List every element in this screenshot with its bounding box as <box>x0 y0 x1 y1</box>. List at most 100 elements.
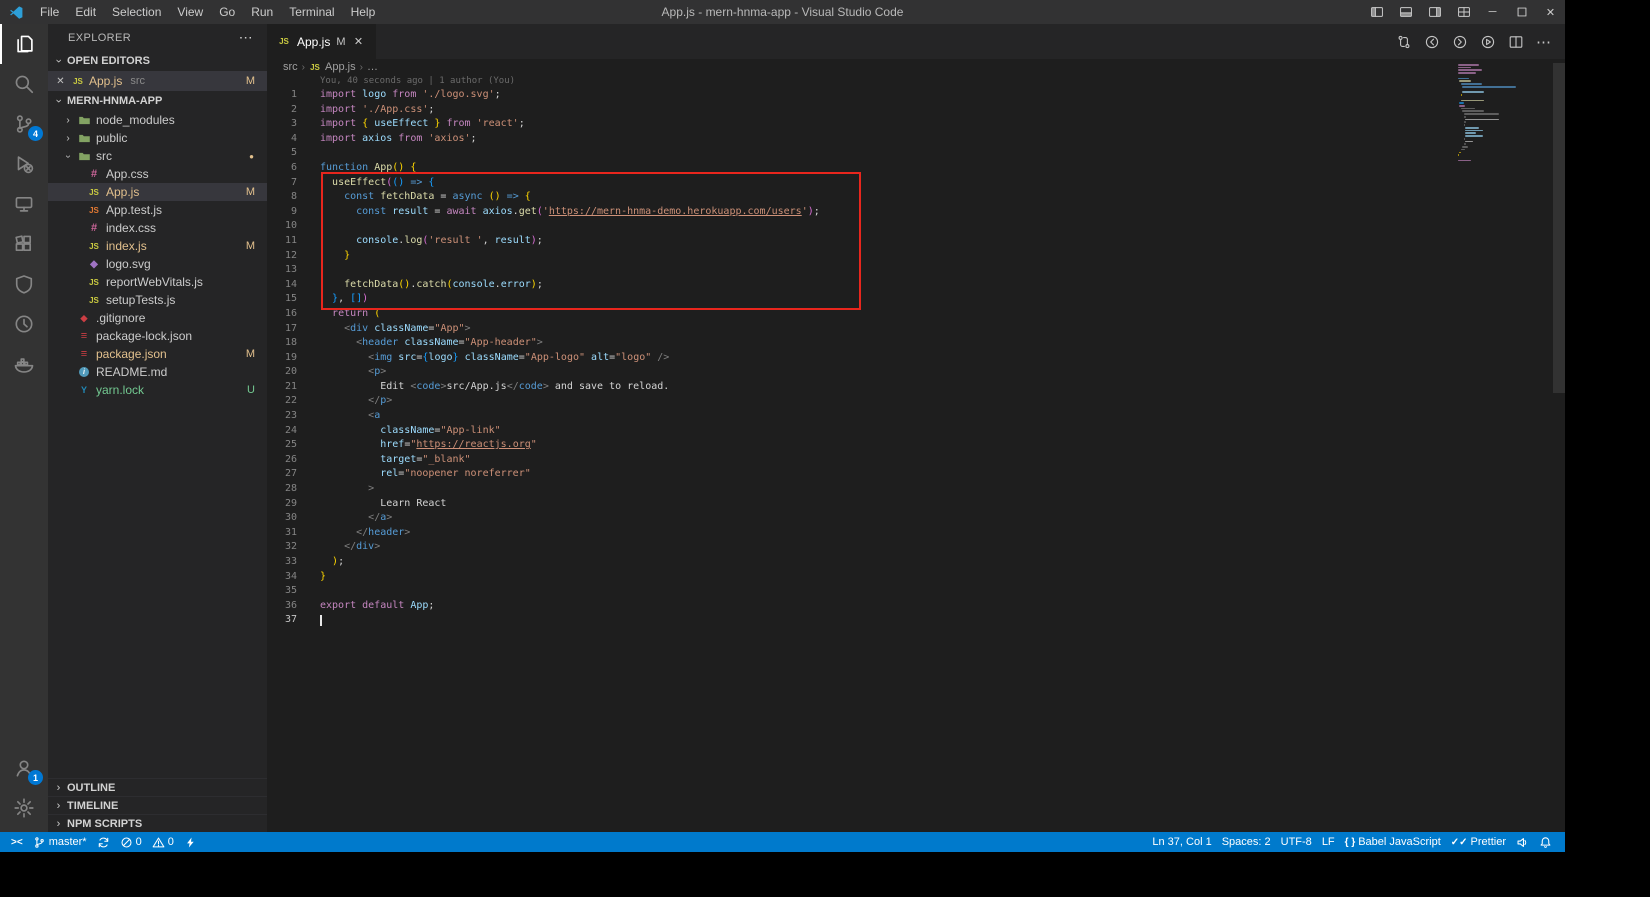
code-line-36[interactable]: 36export default App; <box>267 599 1565 614</box>
status-live-share[interactable] <box>179 832 202 852</box>
open-editor-app.js[interactable]: ✕JSApp.jssrcM <box>48 71 267 91</box>
code-line-7[interactable]: 7 useEffect(() => { <box>267 176 1565 191</box>
breadcrumb-item[interactable]: App.js <box>325 61 356 73</box>
section-outline[interactable]: ›OUTLINE <box>48 778 267 796</box>
layout-sidebar-icon-button[interactable] <box>1362 0 1391 24</box>
activitybar-testing[interactable] <box>0 264 48 304</box>
scrollbar-thumb[interactable] <box>1553 63 1565 393</box>
code-line-20[interactable]: 20 <p> <box>267 365 1565 380</box>
tree-item-src[interactable]: ›src● <box>48 147 267 165</box>
code-line-11[interactable]: 11 console.log('result ', result); <box>267 234 1565 249</box>
tree-item-package.json[interactable]: ≡package.jsonM <box>48 345 267 363</box>
activitybar-docker[interactable] <box>0 344 48 384</box>
menu-view[interactable]: View <box>169 0 211 24</box>
status-formatter[interactable]: ✓✓Prettier <box>1446 832 1511 852</box>
code-line-1[interactable]: 1import logo from './logo.svg'; <box>267 88 1565 103</box>
close-icon-button[interactable]: ✕ <box>1536 0 1565 24</box>
code-line-29[interactable]: 29 Learn React <box>267 497 1565 512</box>
code-line-33[interactable]: 33 ); <box>267 555 1565 570</box>
chevron-icon[interactable]: › <box>62 133 74 144</box>
code-line-15[interactable]: 15 }, []) <box>267 292 1565 307</box>
tree-item-reportwebvitals.js[interactable]: JSreportWebVitals.js <box>48 273 267 291</box>
code-line-14[interactable]: 14 fetchData().catch(console.error); <box>267 278 1565 293</box>
code-line-25[interactable]: 25 href="https://reactjs.org" <box>267 438 1565 453</box>
tree-item-index.css[interactable]: #index.css <box>48 219 267 237</box>
code-line-21[interactable]: 21 Edit <code>src/App.js</code> and save… <box>267 380 1565 395</box>
status-cursor-position[interactable]: Ln 37, Col 1 <box>1147 832 1216 852</box>
status-feedback[interactable] <box>1511 832 1534 852</box>
tree-item-app.css[interactable]: #App.css <box>48 165 267 183</box>
section-workspace[interactable]: › MERN-HNMA-APP <box>48 91 267 111</box>
code-line-18[interactable]: 18 <header className="App-header"> <box>267 336 1565 351</box>
code-line-35[interactable]: 35 <box>267 584 1565 599</box>
tree-item-node-modules[interactable]: ›node_modules <box>48 111 267 129</box>
git-compare-icon[interactable] <box>1396 34 1412 50</box>
activitybar-search[interactable] <box>0 64 48 104</box>
activitybar-explorer[interactable] <box>0 24 48 64</box>
section-open-editors[interactable]: › OPEN EDITORS <box>48 51 267 71</box>
activitybar-source-control[interactable]: 4 <box>0 104 48 144</box>
code-line-16[interactable]: 16 return ( <box>267 307 1565 322</box>
code-line-27[interactable]: 27 rel="noopener noreferrer" <box>267 467 1565 482</box>
status-eol[interactable]: LF <box>1317 832 1340 852</box>
menu-file[interactable]: File <box>32 0 67 24</box>
back-circle-icon[interactable] <box>1424 34 1440 50</box>
code-line-31[interactable]: 31 </header> <box>267 526 1565 541</box>
code-line-10[interactable]: 10 <box>267 219 1565 234</box>
tree-item-app.js[interactable]: JSApp.jsM <box>48 183 267 201</box>
code-line-2[interactable]: 2import './App.css'; <box>267 103 1565 118</box>
menu-terminal[interactable]: Terminal <box>281 0 342 24</box>
code-line-23[interactable]: 23 <a <box>267 409 1565 424</box>
status-problems-errors[interactable]: 0 <box>115 832 147 852</box>
section-timeline[interactable]: ›TIMELINE <box>48 796 267 814</box>
close-icon[interactable]: ✕ <box>352 35 366 48</box>
code-line-26[interactable]: 26 target="_blank" <box>267 453 1565 468</box>
menu-selection[interactable]: Selection <box>104 0 169 24</box>
activitybar-remote-explorer[interactable] <box>0 184 48 224</box>
editor-scrollbar[interactable] <box>1553 59 1565 832</box>
menu-run[interactable]: Run <box>243 0 281 24</box>
status-encoding[interactable]: UTF-8 <box>1276 832 1317 852</box>
code-line-19[interactable]: 19 <img src={logo} className="App-logo" … <box>267 351 1565 366</box>
section-npm-scripts[interactable]: ›NPM SCRIPTS <box>48 814 267 832</box>
code-line-4[interactable]: 4import axios from 'axios'; <box>267 132 1565 147</box>
activitybar-settings[interactable] <box>0 788 48 828</box>
blame-annotation[interactable]: You, 40 seconds ago | 1 author (You) <box>320 75 1565 88</box>
activitybar-timeline[interactable] <box>0 304 48 344</box>
run-circle-icon[interactable] <box>1480 34 1496 50</box>
more-actions-icon[interactable]: ⋯ <box>239 29 253 46</box>
code-line-22[interactable]: 22 </p> <box>267 394 1565 409</box>
code-line-5[interactable]: 5 <box>267 146 1565 161</box>
code-line-32[interactable]: 32 </div> <box>267 540 1565 555</box>
code-line-9[interactable]: 9 const result = await axios.get('https:… <box>267 205 1565 220</box>
tree-item-app.test.js[interactable]: JSApp.test.js <box>48 201 267 219</box>
menu-edit[interactable]: Edit <box>67 0 104 24</box>
tree-item-setuptests.js[interactable]: JSsetupTests.js <box>48 291 267 309</box>
minimize-icon-button[interactable]: ─ <box>1478 0 1507 24</box>
tree-item-logo.svg[interactable]: ◆logo.svg <box>48 255 267 273</box>
chevron-icon[interactable]: › <box>63 150 74 162</box>
tree-item-.gitignore[interactable]: ◆.gitignore <box>48 309 267 327</box>
forward-circle-icon[interactable] <box>1452 34 1468 50</box>
tree-item-readme.md[interactable]: iREADME.md <box>48 363 267 381</box>
menu-help[interactable]: Help <box>343 0 384 24</box>
code-line-30[interactable]: 30 </a> <box>267 511 1565 526</box>
status-problems-warnings[interactable]: 0 <box>147 832 179 852</box>
layout-secondary-sidebar-icon-button[interactable] <box>1420 0 1449 24</box>
tree-item-public[interactable]: ›public <box>48 129 267 147</box>
code-line-34[interactable]: 34} <box>267 570 1565 585</box>
breadcrumb-item[interactable]: … <box>367 61 378 73</box>
status-indentation[interactable]: Spaces: 2 <box>1217 832 1276 852</box>
code-line-3[interactable]: 3import { useEffect } from 'react'; <box>267 117 1565 132</box>
activitybar-extensions[interactable] <box>0 224 48 264</box>
code-line-6[interactable]: 6function App() { <box>267 161 1565 176</box>
tree-item-yarn.lock[interactable]: Yyarn.lockU <box>48 381 267 399</box>
code-line-24[interactable]: 24 className="App-link" <box>267 424 1565 439</box>
close-icon[interactable]: ✕ <box>54 76 67 87</box>
activitybar-run-and-debug[interactable] <box>0 144 48 184</box>
activitybar-accounts[interactable]: 1 <box>0 748 48 788</box>
layout-panel-icon-button[interactable] <box>1391 0 1420 24</box>
minimap[interactable] <box>1458 64 1553 165</box>
menu-go[interactable]: Go <box>211 0 243 24</box>
chevron-icon[interactable]: › <box>62 115 74 126</box>
